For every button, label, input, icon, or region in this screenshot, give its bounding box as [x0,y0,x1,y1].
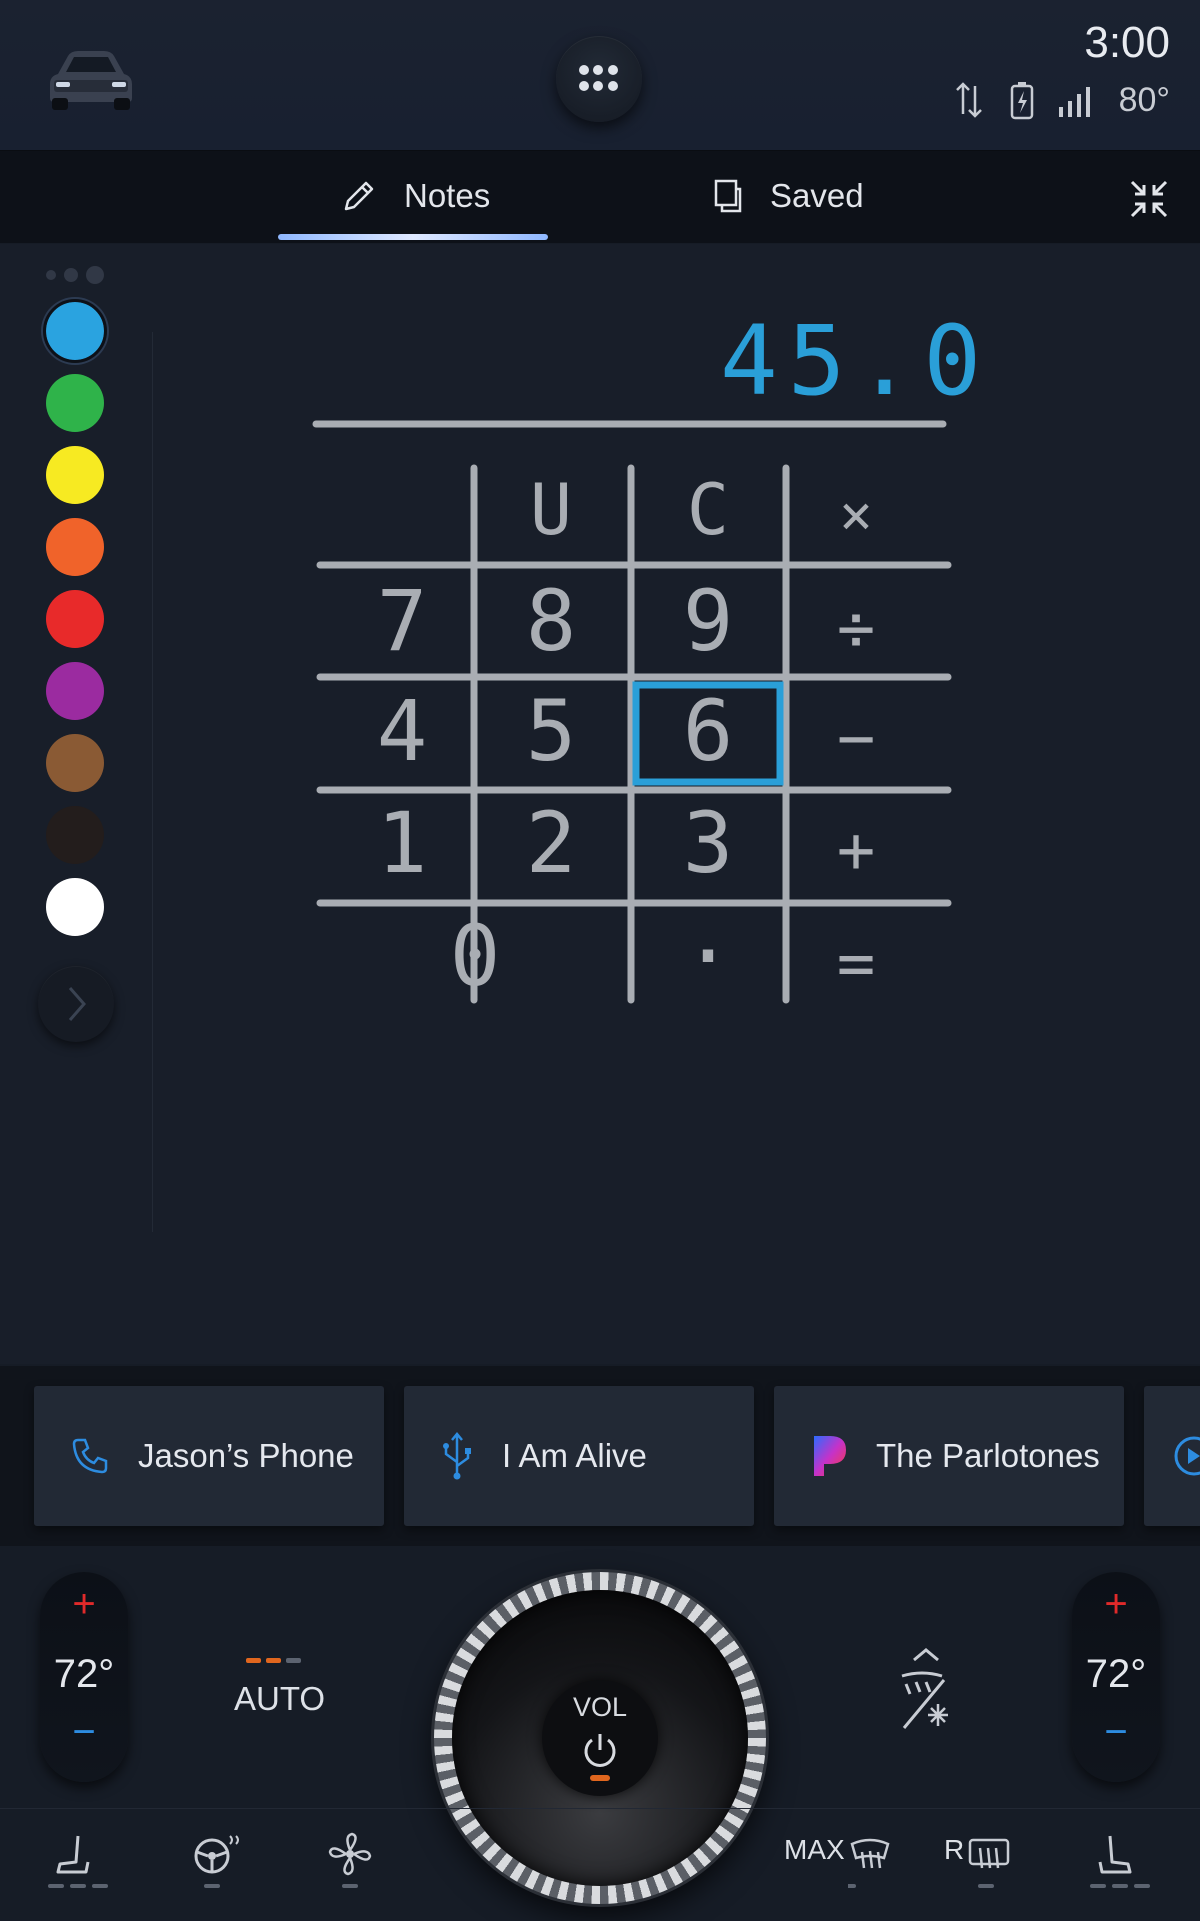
key-3: 3 [683,794,734,892]
app-launcher-button[interactable] [556,36,642,122]
driver-temp-down-button[interactable]: − [40,1710,128,1755]
media-card-phone[interactable]: Jason’s Phone [34,1386,384,1526]
handwritten-calculator: U C × 7 8 9 ÷ 4 5 6 − 1 2 3 +0 · = [312,420,952,1005]
auto-fan-level [246,1658,301,1663]
tab-bar [0,150,1200,243]
grid-dots-icon [579,65,619,93]
key-u: U [530,469,572,551]
passenger-temp-up-button[interactable]: + [1072,1582,1160,1627]
auto-climate-button[interactable]: AUTO [234,1680,325,1718]
driver-heated-seat-button[interactable] [46,1832,110,1892]
saved-pages-icon [714,179,742,213]
key-9: 9 [683,572,734,670]
driver-temp-up-button[interactable]: + [40,1582,128,1627]
pandora-icon [814,1436,846,1476]
tab-notes[interactable]: Notes [340,150,490,242]
media-card-usb[interactable]: I Am Alive [404,1386,754,1526]
tab-saved-label: Saved [770,177,864,214]
front-defrost-icon [848,1838,890,1888]
fan-speed-button[interactable] [328,1832,372,1892]
passenger-temp-down-button[interactable]: − [1072,1710,1160,1755]
signal-strength-icon [1058,87,1090,117]
play-circle-icon [1174,1436,1200,1476]
key-8: 8 [526,572,577,670]
heated-steering-wheel-button[interactable] [192,1832,242,1892]
pencil-icon [344,181,374,211]
collapse-icon[interactable] [1128,178,1170,220]
passenger-temperature-control: + 72° − [1072,1572,1160,1782]
max-defrost-button[interactable]: MAX [784,1834,845,1866]
key-multiply: × [839,483,873,548]
defrost-mode-button[interactable] [892,1644,962,1734]
data-transfer-icon [955,82,982,118]
passenger-heated-seat-button[interactable] [1088,1832,1158,1892]
rear-defrost-icon [968,1838,1010,1888]
outside-temperature: 80° [1118,80,1170,119]
media-card-label: The Parlotones [876,1437,1100,1474]
tab-saved[interactable]: Saved [712,150,864,242]
clock: 3:00 [1084,18,1170,67]
key-4: 4 [377,682,428,780]
key-plus: + [837,814,876,888]
power-indicator [590,1775,610,1781]
power-icon [584,1734,616,1767]
driver-temperature-control: + 72° − [40,1572,128,1782]
phone-icon [72,1438,108,1474]
key-2: 2 [526,794,577,892]
battery-charging-icon [1010,82,1033,120]
driver-temp-value: 72° [53,1652,115,1696]
key-0: 0 [450,907,501,1005]
rear-defrost-button[interactable]: R [944,1834,964,1866]
key-5: 5 [526,682,577,780]
key-equals: = [837,927,876,1001]
key-c: C [687,469,729,551]
key-divide: ÷ [837,592,876,666]
passenger-temp-value: 72° [1085,1652,1147,1696]
climate-bottom-row [0,1808,1200,1921]
key-6: 6 [683,682,734,780]
media-card-label: Jason’s Phone [138,1437,354,1474]
volume-power-button[interactable]: VOL [542,1680,658,1796]
tab-notes-label: Notes [404,177,491,214]
usb-icon [443,1432,471,1480]
vehicle-icon[interactable] [44,42,138,112]
key-7: 7 [377,572,428,670]
active-tab-indicator [278,234,548,240]
status-icons: 80° [951,80,1170,120]
media-card-pandora[interactable]: The Parlotones [774,1386,1124,1526]
media-card-more[interactable] [1144,1386,1200,1526]
media-card-label: I Am Alive [502,1437,647,1474]
volume-label: VOL [572,1692,628,1722]
key-decimal: · [683,907,734,1005]
key-minus: − [837,702,876,776]
key-1: 1 [377,794,428,892]
